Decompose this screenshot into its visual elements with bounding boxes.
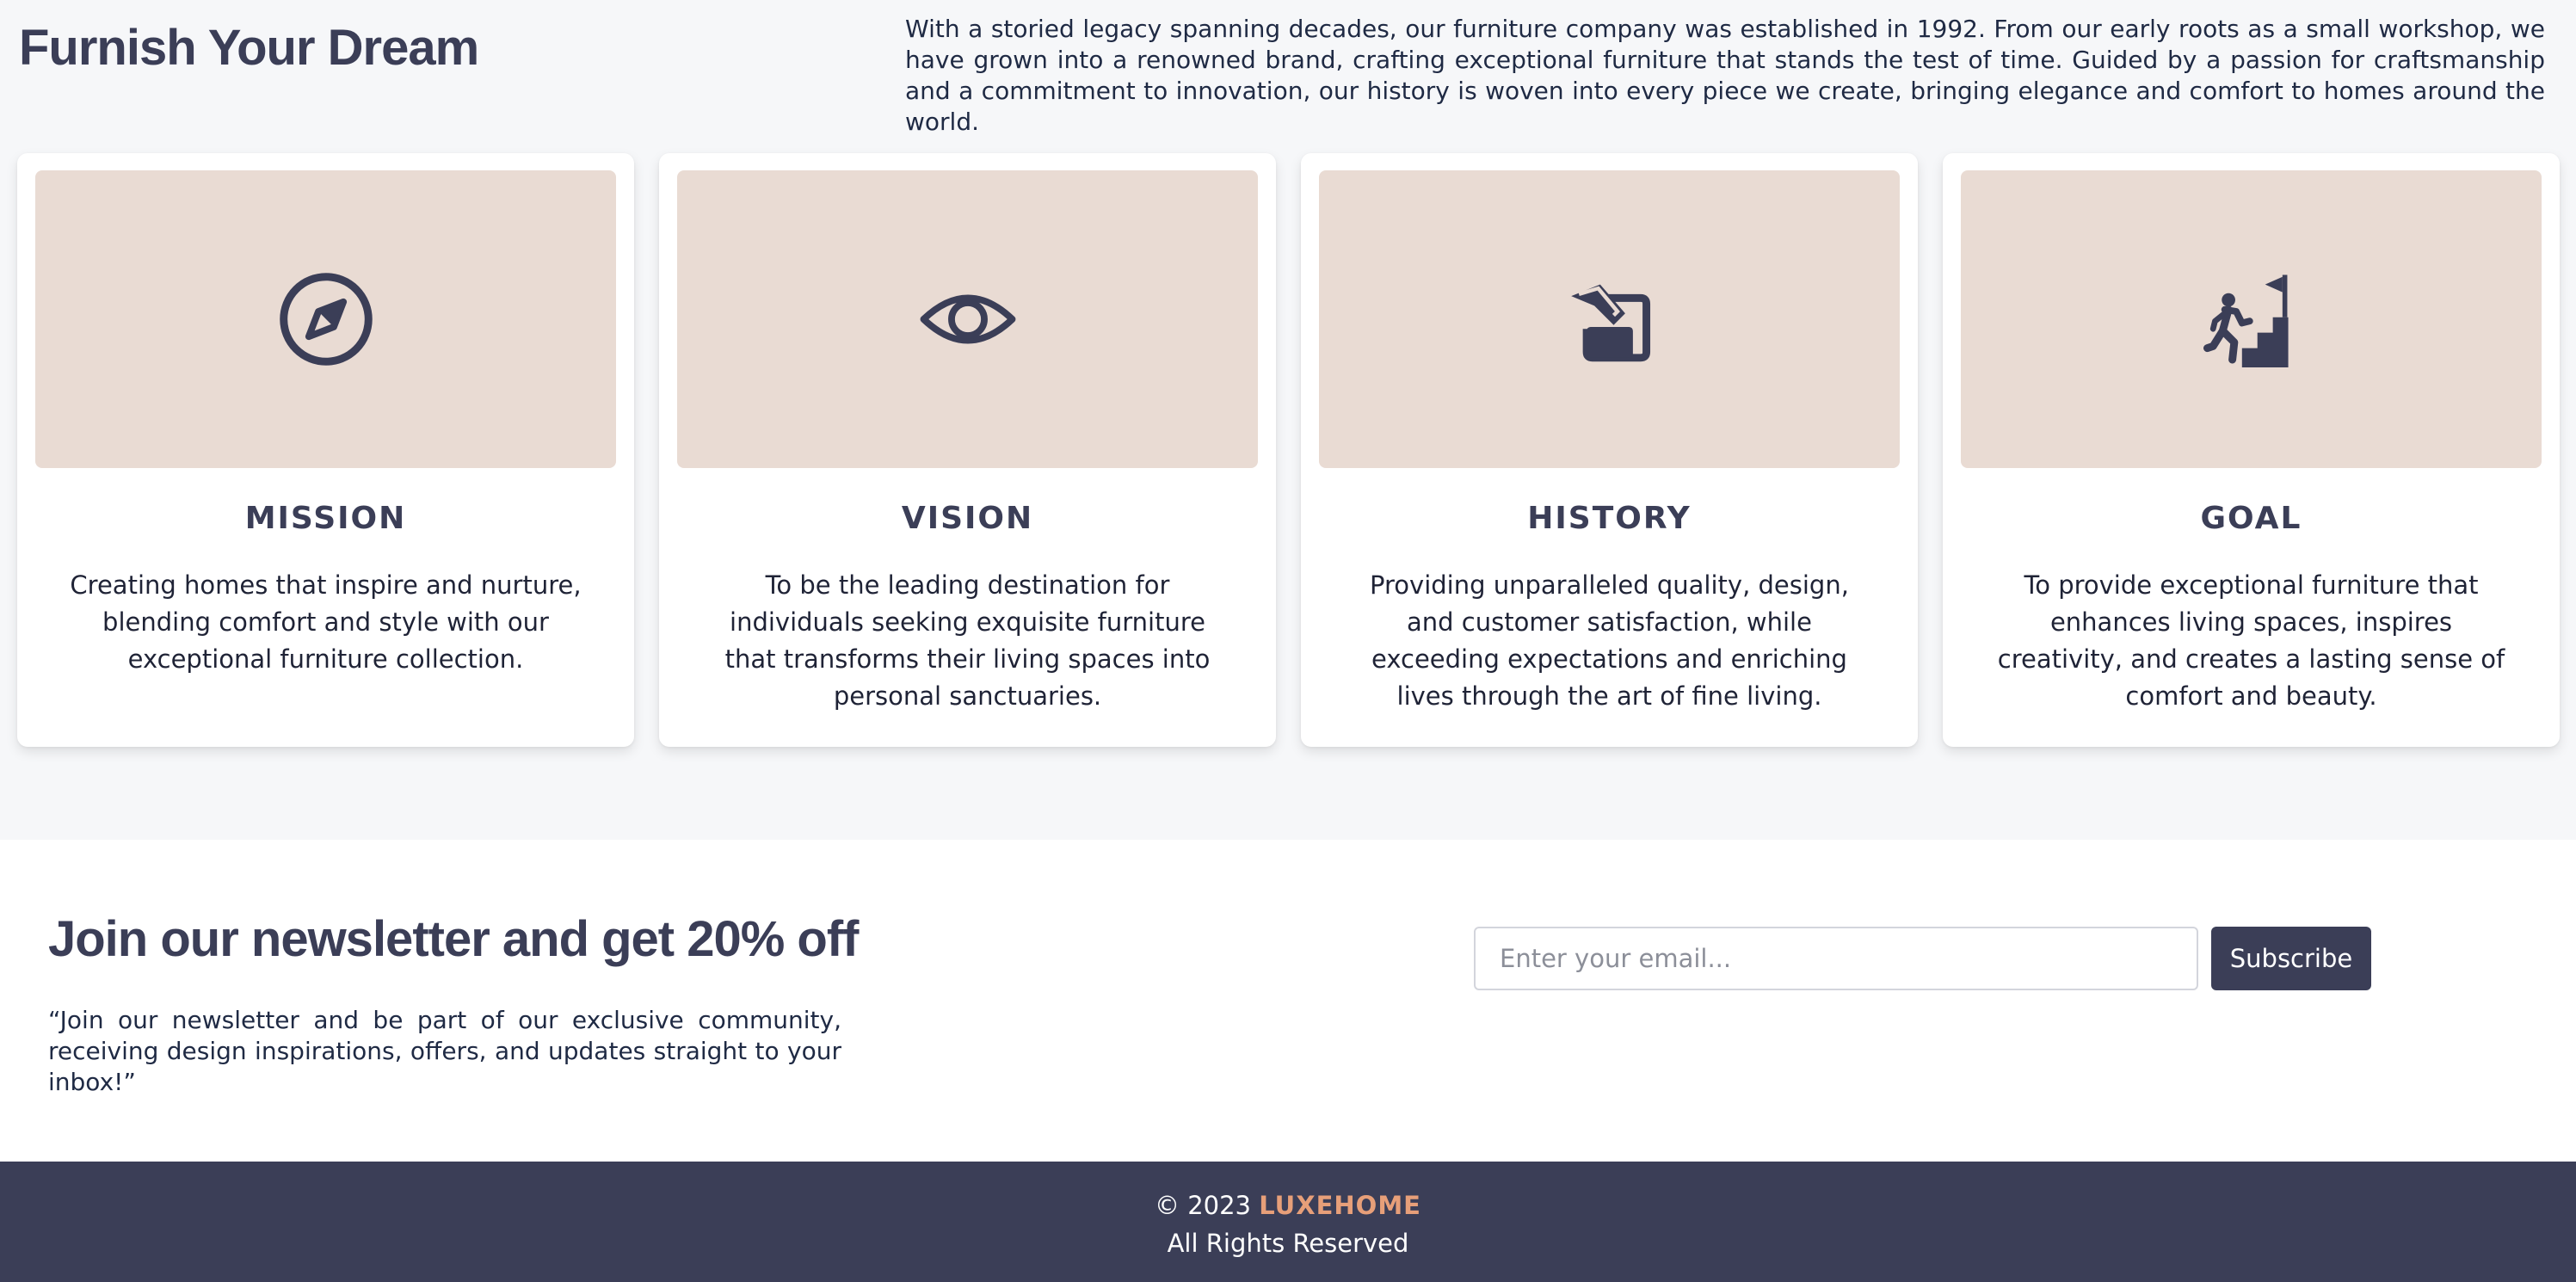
card-title: GOAL — [2200, 501, 2302, 536]
card-image — [35, 170, 616, 468]
card-history: HISTORY Providing unparalleled quality, … — [1301, 153, 1918, 747]
subscribe-button[interactable]: Subscribe — [2211, 927, 2371, 990]
goal-stairs-icon — [2203, 274, 2289, 367]
card-image — [1961, 170, 2542, 468]
copyright-text: © 2023 — [1154, 1191, 1252, 1220]
newsletter-title: Join our newsletter and get 20% off — [48, 911, 859, 967]
about-section: Furnish Your Dream With a storied legacy… — [0, 0, 2576, 840]
card-text: To provide exceptional furniture that en… — [1997, 570, 2505, 711]
card-title: VISION — [901, 501, 1034, 536]
card-vision: VISION To be the leading destination for… — [659, 153, 1276, 747]
card-text: To be the leading destination for indivi… — [724, 570, 1211, 711]
footer-copyright: © 2023 LUXEHOME — [0, 1191, 2576, 1220]
footer-rights: All Rights Reserved — [1167, 1229, 1409, 1258]
page-title: Furnish Your Dream — [19, 20, 479, 76]
card-title: HISTORY — [1527, 501, 1692, 536]
email-input[interactable] — [1474, 927, 2198, 990]
card-image — [677, 170, 1258, 468]
card-text: Creating homes that inspire and nurture,… — [70, 570, 582, 674]
newsletter-section: Join our newsletter and get 20% off “Joi… — [0, 840, 2576, 1162]
card-goal: GOAL To provide exceptional furniture th… — [1943, 153, 2560, 747]
compass-icon — [279, 273, 373, 366]
newsletter-description: “Join our newsletter and be part of our … — [48, 1006, 841, 1096]
eye-icon — [920, 294, 1015, 344]
history-icon — [1570, 284, 1650, 362]
card-mission: MISSION Creating homes that inspire and … — [17, 153, 634, 747]
card-title: MISSION — [244, 501, 407, 536]
brand-name[interactable]: LUXEHOME — [1259, 1191, 1421, 1220]
about-description: With a storied legacy spanning decades, … — [905, 15, 2545, 136]
card-image — [1319, 170, 1900, 468]
card-text: Providing unparalleled quality, design, … — [1370, 570, 1849, 711]
footer: © 2023 LUXEHOME All Rights Reserved — [0, 1162, 2576, 1282]
value-cards: MISSION Creating homes that inspire and … — [17, 153, 2560, 747]
